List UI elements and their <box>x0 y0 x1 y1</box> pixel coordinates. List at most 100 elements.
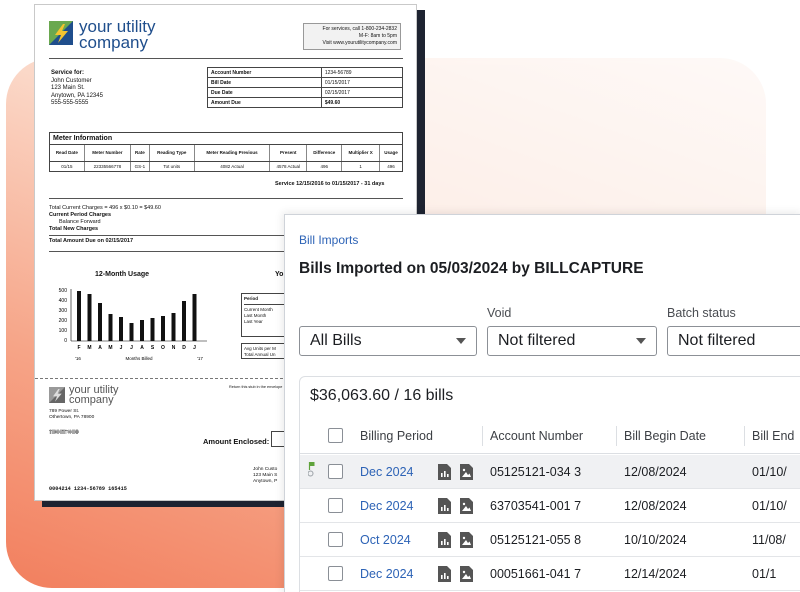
scan-line: 0004214 1234-56789 165415 <box>49 486 127 492</box>
row-checkbox[interactable] <box>328 566 343 581</box>
month-tick-label: J <box>120 345 123 351</box>
breadcrumb-bill-imports[interactable]: Bill Imports <box>299 233 358 247</box>
account-number: 63703541-001 7 <box>490 499 582 513</box>
bill-image-icon[interactable] <box>460 566 473 582</box>
postal-barcode: '||'|||ı|ı||ı|||'||'|''ı|ı|ı|||ı|||ı <box>49 429 80 434</box>
table-row[interactable]: Oct 2024 05125121-055 8 10/10/2024 11/08… <box>300 523 800 557</box>
bill-chart-icon[interactable] <box>438 532 451 548</box>
month-tick-label: S <box>151 345 155 351</box>
usage-bar <box>140 320 144 341</box>
usage-bar <box>108 314 113 341</box>
return-note: Return this stub in the envelope <box>229 385 283 389</box>
usage-bar <box>119 317 123 341</box>
bill-chart-icon[interactable] <box>438 498 451 514</box>
void-filter-select[interactable]: Not filtered <box>487 326 657 356</box>
lightning-logo-icon <box>49 387 65 403</box>
bill-end-date: 01/10/ <box>752 465 787 479</box>
amount-enclosed-label: Amount Enclosed: <box>203 437 270 446</box>
month-tick-label: F <box>77 345 80 351</box>
row-checkbox[interactable] <box>328 498 343 513</box>
bill-chart-icon[interactable] <box>438 464 451 480</box>
y-tick-label: 0 <box>64 338 67 344</box>
column-account-number[interactable]: Account Number <box>490 429 583 443</box>
x-axis-label: '17 <box>197 356 203 361</box>
stub-logo: your utility company <box>49 385 119 406</box>
row-checkbox[interactable] <box>328 464 343 479</box>
column-bill-begin-date[interactable]: Bill Begin Date <box>624 429 706 443</box>
batch-status-filter-select[interactable]: Not filtered <box>667 326 800 356</box>
service-for-block: Service for: John Customer 123 Main St. … <box>51 70 103 106</box>
usage-bar <box>161 316 165 341</box>
column-billing-period[interactable]: Billing Period <box>360 429 433 443</box>
x-axis-label: '16 <box>75 356 81 361</box>
month-tick-label: O <box>161 345 165 351</box>
chevron-down-icon <box>636 338 646 344</box>
usage-bar <box>129 323 134 341</box>
meter-information-table: Meter Information Read Date Meter Number… <box>49 132 403 172</box>
chevron-down-icon <box>456 338 466 344</box>
account-number: 05125121-034 3 <box>490 465 582 479</box>
logo-text: company <box>79 33 148 52</box>
x-axis-label: Months Billed <box>125 356 153 361</box>
billing-period-link[interactable]: Oct 2024 <box>360 533 411 547</box>
y-tick-label: 400 <box>59 298 68 304</box>
usage-bar <box>150 318 155 341</box>
table-row[interactable]: Dec 2024 05125121-034 3 12/08/2024 01/10… <box>300 455 800 489</box>
service-period: Service 12/15/2016 to 01/15/2017 - 31 da… <box>275 181 385 187</box>
stub-address: 789 Power St. Othertown, PA 78900 <box>49 409 95 420</box>
page-title: Bills Imported on 05/03/2024 by BILLCAPT… <box>299 260 644 277</box>
bill-chart-icon[interactable] <box>438 566 451 582</box>
table-row[interactable]: Dec 2024 00051661-041 7 12/14/2024 01/1 <box>300 557 800 591</box>
divider <box>49 58 403 59</box>
bill-logo: your utility company <box>49 18 156 52</box>
usage-chart-title: 12-Month Usage <box>95 271 150 278</box>
billing-period-link[interactable]: Dec 2024 <box>360 465 414 479</box>
bill-image-icon[interactable] <box>460 498 473 514</box>
table-row[interactable]: Dec 2024 63703541-001 7 12/08/2024 01/10… <box>300 489 800 523</box>
bill-end-date: 01/10/ <box>752 499 787 513</box>
month-tick-label: N <box>172 345 176 351</box>
bill-image-icon[interactable] <box>460 464 473 480</box>
batch-status-filter-label: Batch status <box>667 306 736 320</box>
account-number: 05125121-055 8 <box>490 533 582 547</box>
month-tick-label: A <box>98 345 102 351</box>
flag-icon[interactable] <box>308 461 316 477</box>
billing-period-link[interactable]: Dec 2024 <box>360 567 414 581</box>
bill-end-date: 11/08/ <box>752 533 786 547</box>
void-filter-label: Void <box>487 306 512 320</box>
bills-summary: $36,063.60 / 16 bills <box>310 387 454 404</box>
usage-bar <box>171 313 176 341</box>
stage: your utility company For services, call … <box>0 0 800 592</box>
row-checkbox[interactable] <box>328 532 343 547</box>
y-tick-label: 100 <box>59 328 68 334</box>
y-tick-label: 200 <box>59 318 68 324</box>
comparison-title: Yo <box>275 271 284 278</box>
service-contact-box: For services, call 1-800-234-2832 M-F: 8… <box>303 23 401 50</box>
bill-begin-date: 12/08/2024 <box>624 465 687 479</box>
billing-period-link[interactable]: Dec 2024 <box>360 499 414 513</box>
account-number: 00051661-041 7 <box>490 567 582 581</box>
month-tick-label: J <box>130 345 133 351</box>
bill-begin-date: 10/10/2024 <box>624 533 687 547</box>
y-tick-label: 300 <box>59 308 68 314</box>
usage-bar <box>192 294 197 341</box>
bill-begin-date: 12/14/2024 <box>624 567 687 581</box>
month-tick-label: D <box>182 345 186 351</box>
bills-table-card: $36,063.60 / 16 bills Billing Period Acc… <box>299 376 800 592</box>
usage-bar <box>182 301 186 341</box>
bill-image-icon[interactable] <box>460 532 473 548</box>
table-header: Billing Period Account Number Bill Begin… <box>300 418 800 454</box>
usage-bar <box>87 294 92 341</box>
month-tick-label: J <box>193 345 196 351</box>
month-tick-label: M <box>87 345 91 351</box>
stub-customer-address: John Custo 123 Main S Anytown, P <box>253 467 278 484</box>
column-bill-end-date[interactable]: Bill End <box>752 429 794 443</box>
usage-bar <box>77 291 81 341</box>
bill-begin-date: 12/08/2024 <box>624 499 687 513</box>
account-table: Account Number 1234-56789 Bill Date 01/15/… <box>207 67 404 108</box>
month-tick-label: M <box>108 345 112 351</box>
select-all-checkbox[interactable] <box>328 428 343 443</box>
bills-filter-select[interactable]: All Bills <box>299 326 477 356</box>
lightning-logo-icon <box>49 21 73 45</box>
bill-imports-panel: Bill Imports Bills Imported on 05/03/202… <box>284 214 800 592</box>
